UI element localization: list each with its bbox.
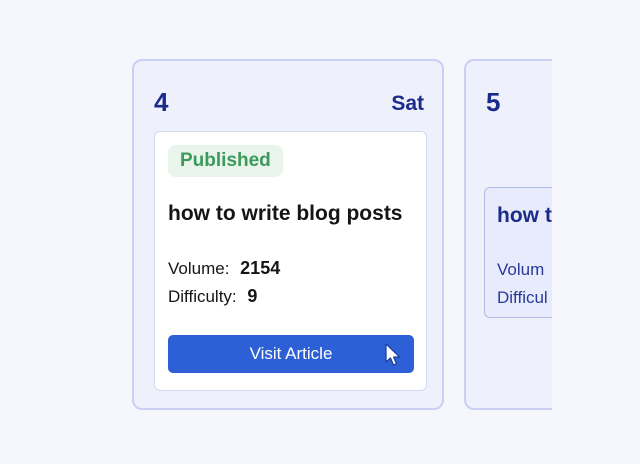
volume-label: Volume: (168, 259, 230, 278)
day-name: Sat (391, 92, 424, 115)
day-column-5: 5 how t Volum Difficul (464, 59, 552, 410)
article-card[interactable]: how t Volum Difficul (484, 187, 552, 318)
article-title: how to write blog posts (168, 202, 403, 225)
day-number: 4 (154, 87, 169, 117)
visit-article-button[interactable]: Visit Article (168, 335, 414, 373)
difficulty-value: 9 (247, 286, 258, 306)
visit-article-label: Visit Article (249, 344, 333, 363)
calendar-viewport: 4 Sat Published how to write blog posts … (0, 0, 552, 464)
volume-row: Volume: 2154 (168, 258, 280, 279)
volume-value: 2154 (240, 258, 281, 278)
pointer-cursor-icon (385, 343, 401, 366)
day-column-4: 4 Sat Published how to write blog posts … (132, 59, 444, 410)
article-card[interactable]: Published how to write blog posts Volume… (154, 131, 427, 391)
difficulty-row: Difficulty: 9 (168, 286, 257, 307)
article-title: how t (497, 204, 552, 227)
difficulty-label: Difficul (497, 288, 548, 307)
volume-label: Volum (497, 260, 545, 279)
day-number: 5 (486, 87, 501, 117)
difficulty-label: Difficulty: (168, 287, 237, 306)
status-badge: Published (168, 145, 283, 177)
